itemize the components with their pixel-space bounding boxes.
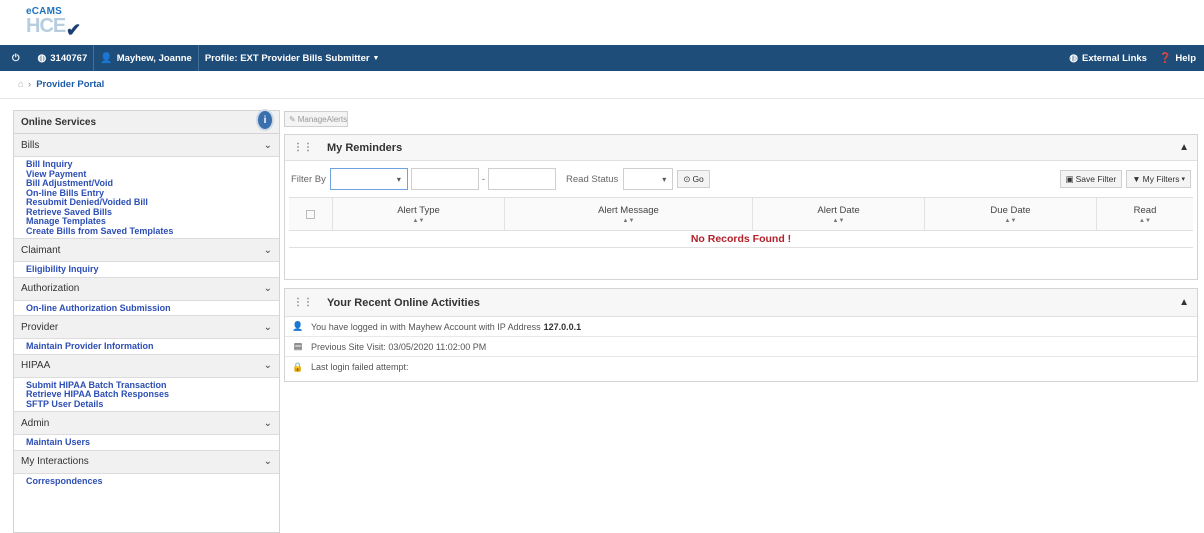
sidebar-section-bills[interactable]: Bills ⌄	[14, 134, 279, 157]
column-due-date[interactable]: Due Date ▲▼	[925, 198, 1097, 230]
globe-icon: ◍	[1069, 52, 1078, 64]
top-navbar: ⏻ ◍ 3140767 👤 Mayhew, Joanne Profile: EX…	[0, 45, 1204, 71]
select-all-checkbox-col	[289, 198, 333, 230]
save-filter-button[interactable]: ▣ Save Filter	[1059, 170, 1123, 188]
go-icon: ⊙	[683, 173, 691, 184]
sort-icon: ▲▼	[1139, 217, 1151, 224]
my-filters-button[interactable]: ▼ My Filters ▾	[1126, 170, 1191, 188]
user-icon: 👤	[292, 321, 304, 331]
to-date-input[interactable]	[488, 168, 557, 190]
my-reminders-title: My Reminders	[327, 141, 403, 154]
sort-icon: ▲▼	[832, 217, 845, 224]
activity-previous-visit: ▤ Previous Site Visit: 03/05/2020 11:02:…	[285, 337, 1197, 357]
reminders-table-header: Alert Type ▲▼ Alert Message ▲▼ Alert Dat…	[289, 197, 1193, 231]
sort-icon: ▲▼	[412, 217, 425, 224]
sort-icon: ▲▼	[1004, 217, 1017, 224]
claimant-links: Eligibility Inquiry	[14, 262, 279, 278]
filter-icon: ▼	[1132, 174, 1141, 184]
chevron-down-icon: ⌄	[263, 283, 272, 294]
online-services-sidebar: Online Services Bills ⌄ Bill Inquiry Vie…	[13, 110, 280, 533]
link-maintain-users[interactable]: Maintain Users	[26, 437, 279, 448]
recent-activities-title: Your Recent Online Activities	[327, 296, 480, 309]
chevron-down-icon: ⌄	[263, 139, 272, 151]
grid-icon: ⋮⋮	[293, 297, 313, 308]
manage-alerts-button[interactable]: ✎ ManageAlerts	[284, 111, 348, 127]
sidebar-title: Online Services	[14, 111, 279, 134]
date-separator: -	[481, 173, 486, 185]
sidebar-section-hipaa[interactable]: HIPAA ⌄	[14, 354, 279, 378]
user-icon: 👤	[100, 52, 113, 64]
chevron-down-icon: ⌄	[263, 417, 272, 429]
sidebar-section-admin[interactable]: Admin ⌄	[14, 412, 279, 435]
my-interactions-links: Correspondences	[14, 474, 279, 489]
link-correspondences[interactable]: Correspondences	[26, 476, 279, 487]
activity-login: 👤 You have logged in with Mayhew Account…	[285, 317, 1197, 337]
collapse-icon[interactable]: ▲	[1179, 297, 1189, 308]
ecams-logo: eCAMS HCE ✔	[26, 6, 82, 40]
profile-dropdown[interactable]: Profile: EXT Provider Bills Submitter ▼	[199, 45, 386, 71]
caret-down-icon: ▼	[372, 54, 380, 62]
chevron-right-icon: ›	[28, 79, 32, 90]
sidebar-section-my-interactions[interactable]: My Interactions ⌄	[14, 450, 279, 474]
recent-activities-panel: ⋮⋮ Your Recent Online Activities ▲ 👤 You…	[284, 288, 1198, 382]
collapse-icon[interactable]: ▲	[1179, 142, 1189, 153]
from-date-input[interactable]	[410, 168, 479, 190]
chevron-down-icon: ⌄	[263, 321, 272, 333]
chevron-down-icon: ⌄	[263, 244, 272, 256]
filter-row: Filter By ▾ - Read Status ▾ ⊙ Go ▣ Save …	[285, 161, 1197, 197]
link-sftp-user-details[interactable]: SFTP User Details	[26, 399, 279, 410]
chevron-down-icon: ⌄	[263, 360, 272, 371]
power-button[interactable]: ⏻	[0, 45, 32, 71]
breadcrumb-provider-portal[interactable]: Provider Portal	[36, 79, 104, 90]
sidebar-section-authorization[interactable]: Authorization ⌄	[14, 277, 279, 301]
read-status-label: Read Status	[566, 173, 619, 185]
my-reminders-header: ⋮⋮ My Reminders ▲	[285, 135, 1197, 161]
recent-activities-header: ⋮⋮ Your Recent Online Activities ▲	[285, 289, 1197, 317]
save-icon: ▣	[1065, 173, 1074, 184]
my-reminders-panel: ⋮⋮ My Reminders ▲ Filter By ▾ - Read Sta…	[284, 134, 1198, 280]
column-alert-message[interactable]: Alert Message ▲▼	[505, 198, 753, 230]
info-icon[interactable]: i	[256, 109, 274, 131]
link-create-bills-from-templates[interactable]: Create Bills from Saved Templates	[26, 226, 279, 237]
help-link[interactable]: ❓ Help	[1153, 45, 1204, 71]
link-eligibility-inquiry[interactable]: Eligibility Inquiry	[26, 264, 279, 275]
authorization-links: On-line Authorization Submission	[14, 301, 279, 316]
bills-links: Bill Inquiry View Payment Bill Adjustmen…	[14, 157, 279, 239]
hipaa-links: Submit HIPAA Batch Transaction Retrieve …	[14, 378, 279, 412]
sidebar-section-provider[interactable]: Provider ⌄	[14, 316, 279, 339]
grid-icon: ⋮⋮	[293, 142, 313, 153]
external-links[interactable]: ◍ External Links	[1063, 45, 1153, 71]
select-all-checkbox[interactable]	[306, 209, 315, 219]
power-icon: ⏻	[12, 52, 20, 64]
filter-by-select[interactable]: ▾	[329, 168, 408, 190]
lock-icon: 🔒	[292, 361, 304, 372]
column-alert-type[interactable]: Alert Type ▲▼	[333, 198, 505, 230]
chevron-down-icon: ⌄	[263, 456, 272, 467]
provider-links: Maintain Provider Information	[14, 339, 279, 355]
no-records-message: No Records Found !	[289, 231, 1193, 248]
calendar-icon: ▤	[293, 341, 303, 351]
sidebar-section-claimant[interactable]: Claimant ⌄	[14, 239, 279, 262]
read-status-select[interactable]: ▾	[623, 168, 674, 190]
filter-by-label: Filter By	[291, 173, 326, 185]
admin-links: Maintain Users	[14, 435, 279, 451]
sort-icon: ▲▼	[622, 217, 635, 224]
user-menu[interactable]: 👤 Mayhew, Joanne	[94, 45, 198, 71]
home-icon[interactable]: ⌂	[18, 79, 24, 90]
link-online-authorization-submission[interactable]: On-line Authorization Submission	[26, 303, 279, 314]
help-icon: ❓	[1158, 52, 1172, 64]
go-button[interactable]: ⊙ Go	[677, 170, 710, 188]
link-maintain-provider-information[interactable]: Maintain Provider Information	[26, 341, 279, 352]
column-alert-date[interactable]: Alert Date ▲▼	[753, 198, 925, 230]
divider	[0, 98, 1204, 99]
activity-last-failed: 🔒 Last login failed attempt:	[292, 361, 409, 373]
breadcrumb: ⌂ › Provider Portal	[18, 79, 104, 90]
globe-icon: ◍	[37, 52, 47, 64]
column-read[interactable]: Read ▲▼	[1097, 198, 1193, 230]
caret-down-icon: ▾	[1181, 176, 1185, 183]
user-id[interactable]: ◍ 3140767	[32, 45, 94, 71]
checkmark-icon: ✔	[66, 20, 82, 40]
edit-icon: ✎	[289, 114, 296, 124]
